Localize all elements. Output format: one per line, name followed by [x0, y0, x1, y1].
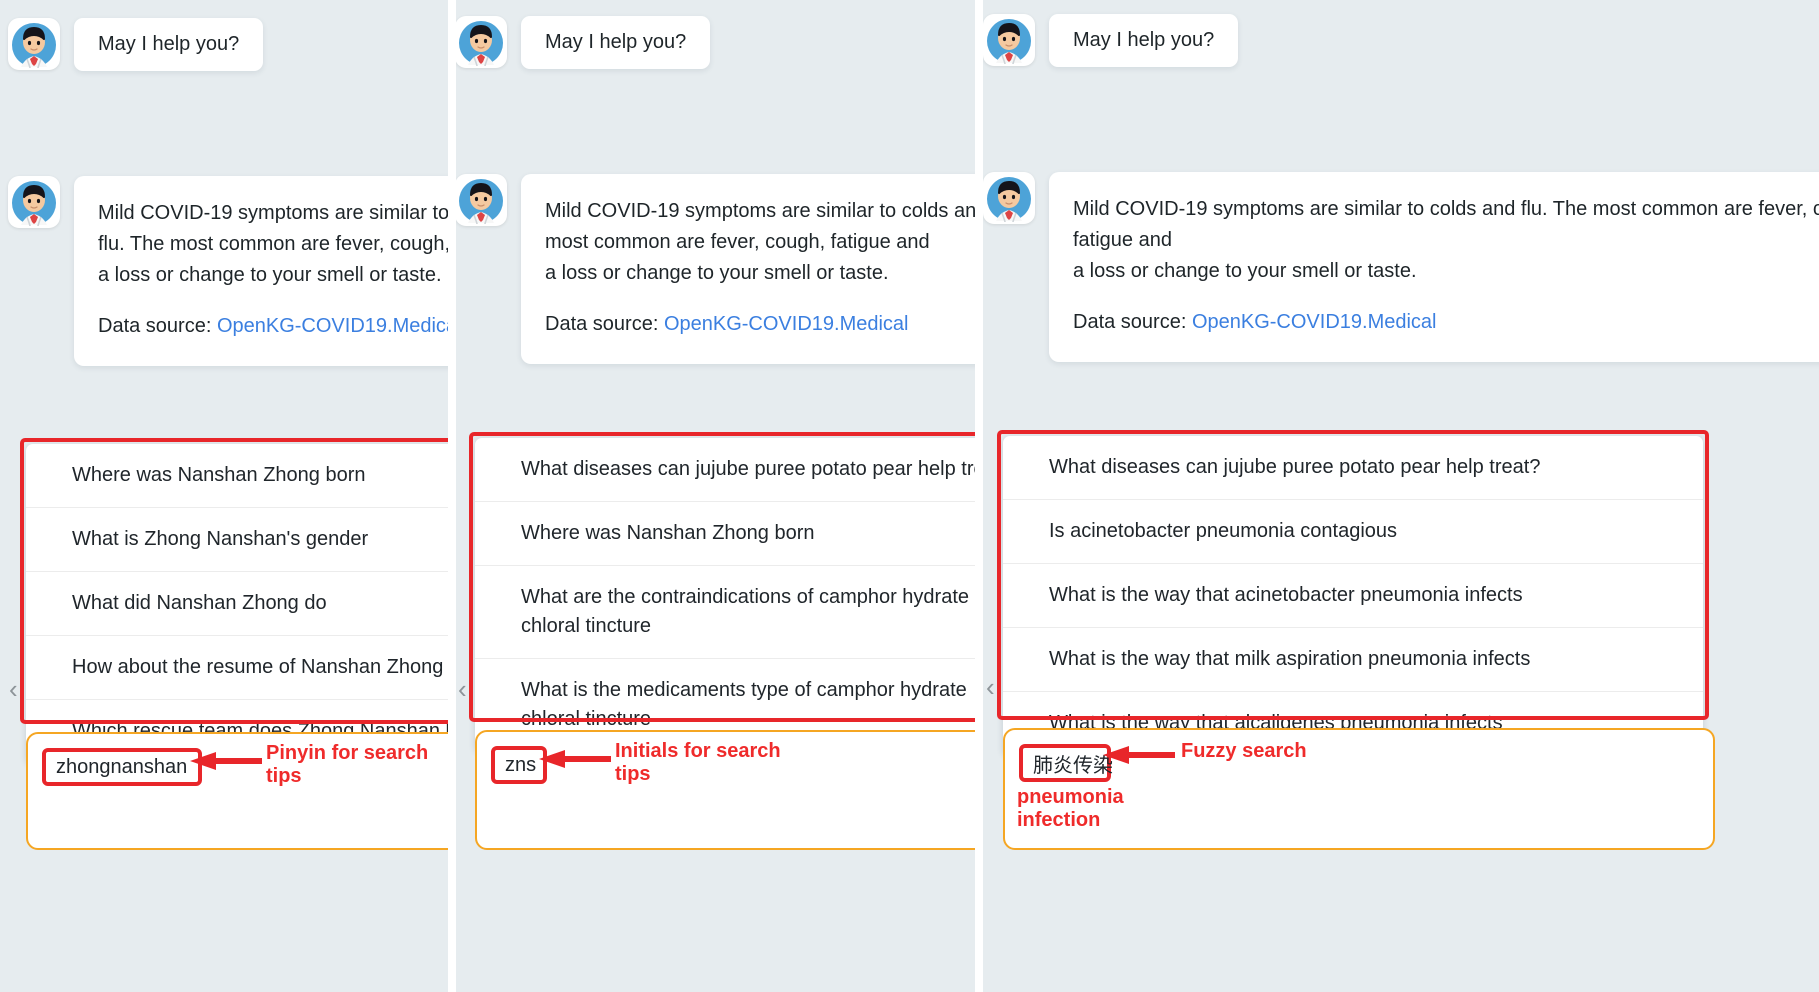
list-item[interactable]: Is acinetobacter pneumonia contagious	[1003, 500, 1703, 564]
annotation-text: Pinyin for search tips	[266, 742, 429, 787]
annotation-text: Initials for search tips	[615, 740, 781, 785]
list-item[interactable]: What is Zhong Nanshan's gender	[26, 508, 448, 572]
greeting-bubble: May I help you?	[1049, 14, 1239, 67]
list-item[interactable]: What are the contraindications of campho…	[475, 566, 975, 659]
answer-line-1: Mild COVID-19 symptoms are similar to co…	[98, 202, 448, 255]
doctor-avatar-icon	[983, 172, 1035, 224]
data-source-line: Data source: OpenKG-COVID19.Medical	[1073, 307, 1819, 338]
data-source-label: Data source:	[545, 313, 664, 335]
panel-divider	[448, 0, 456, 992]
list-item[interactable]: What is the way that milk aspiration pne…	[1003, 628, 1703, 692]
greeting-text: May I help you?	[98, 33, 240, 55]
annotation-arrow	[190, 750, 262, 772]
answer-line-2: a loss or change to your smell or taste.	[1073, 260, 1417, 282]
panel-fuzzy: May I help you? Mild COVID-19 symptoms a…	[983, 0, 1819, 992]
suggestion-list[interactable]: What diseases can jujube puree potato pe…	[475, 438, 975, 751]
chevron-left-icon[interactable]: ‹	[9, 676, 18, 702]
answer-bubble: Mild COVID-19 symptoms are similar to co…	[74, 176, 448, 366]
doctor-avatar-icon	[8, 176, 60, 228]
panel-initials: May I help you? Mild COVID-19 symptoms a…	[455, 0, 975, 992]
answer-text: Mild COVID-19 symptoms are similar to co…	[1073, 194, 1819, 287]
list-item[interactable]: What is the way that acinetobacter pneum…	[1003, 564, 1703, 628]
answer-line-1: Mild COVID-19 symptoms are similar to co…	[545, 200, 975, 253]
annotation-subtext: pneumonia infection	[1017, 786, 1124, 831]
doctor-avatar-icon	[8, 18, 60, 70]
answer-row: Mild COVID-19 symptoms are similar to co…	[983, 172, 1819, 362]
data-source-line: Data source: OpenKG-COVID19.Medical	[545, 309, 975, 340]
data-source-label: Data source:	[98, 315, 217, 337]
chevron-left-icon[interactable]: ‹	[986, 674, 995, 700]
greeting-row: May I help you?	[455, 16, 711, 69]
answer-bubble: Mild COVID-19 symptoms are similar to co…	[1049, 172, 1819, 362]
greeting-row: May I help you?	[983, 14, 1239, 67]
data-source-link[interactable]: OpenKG-COVID19.Medical	[1192, 311, 1437, 333]
answer-text: Mild COVID-19 symptoms are similar to co…	[545, 196, 975, 289]
list-item[interactable]: Where was Nanshan Zhong born	[26, 444, 448, 508]
doctor-avatar-icon	[455, 16, 507, 68]
doctor-avatar-icon	[983, 14, 1035, 66]
data-source-link[interactable]: OpenKG-COVID19.Medical	[217, 315, 448, 337]
doctor-avatar-icon	[455, 174, 507, 226]
answer-row: Mild COVID-19 symptoms are similar to co…	[8, 176, 448, 366]
data-source-line: Data source: OpenKG-COVID19.Medical	[98, 311, 448, 342]
answer-text: Mild COVID-19 symptoms are similar to co…	[98, 198, 448, 291]
greeting-bubble: May I help you?	[521, 16, 711, 69]
panel-divider	[975, 0, 983, 992]
greeting-text: May I help you?	[545, 31, 687, 53]
search-input[interactable]: zhongnanshan	[42, 748, 202, 786]
chevron-left-icon[interactable]: ‹	[458, 676, 467, 702]
suggestion-list[interactable]: Where was Nanshan Zhong born What is Zho…	[26, 444, 448, 763]
data-source-label: Data source:	[1073, 311, 1192, 333]
list-item[interactable]: What diseases can jujube puree potato pe…	[1003, 436, 1703, 500]
panel-pinyin: May I help you? Mild COVID-19 symptoms a…	[0, 0, 448, 992]
greeting-row: May I help you?	[8, 18, 264, 71]
list-item[interactable]: How about the resume of Nanshan Zhong	[26, 636, 448, 700]
list-item[interactable]: Where was Nanshan Zhong born	[475, 502, 975, 566]
answer-bubble: Mild COVID-19 symptoms are similar to co…	[521, 174, 975, 364]
list-item[interactable]: What did Nanshan Zhong do	[26, 572, 448, 636]
list-item[interactable]: What diseases can jujube puree potato pe…	[475, 438, 975, 502]
answer-line-2: a loss or change to your smell or taste.	[545, 262, 889, 284]
answer-line-1: Mild COVID-19 symptoms are similar to co…	[1073, 198, 1819, 251]
greeting-text: May I help you?	[1073, 29, 1215, 51]
suggestion-list[interactable]: What diseases can jujube puree potato pe…	[1003, 436, 1703, 755]
annotation-arrow	[539, 748, 611, 770]
answer-row: Mild COVID-19 symptoms are similar to co…	[455, 174, 975, 364]
data-source-link[interactable]: OpenKG-COVID19.Medical	[664, 313, 909, 335]
greeting-bubble: May I help you?	[74, 18, 264, 71]
answer-line-2: a loss or change to your smell or taste.	[98, 264, 442, 286]
annotation-arrow	[1103, 744, 1175, 766]
annotation-text: Fuzzy search	[1181, 740, 1307, 762]
search-input[interactable]: 肺炎传染	[1019, 744, 1113, 782]
